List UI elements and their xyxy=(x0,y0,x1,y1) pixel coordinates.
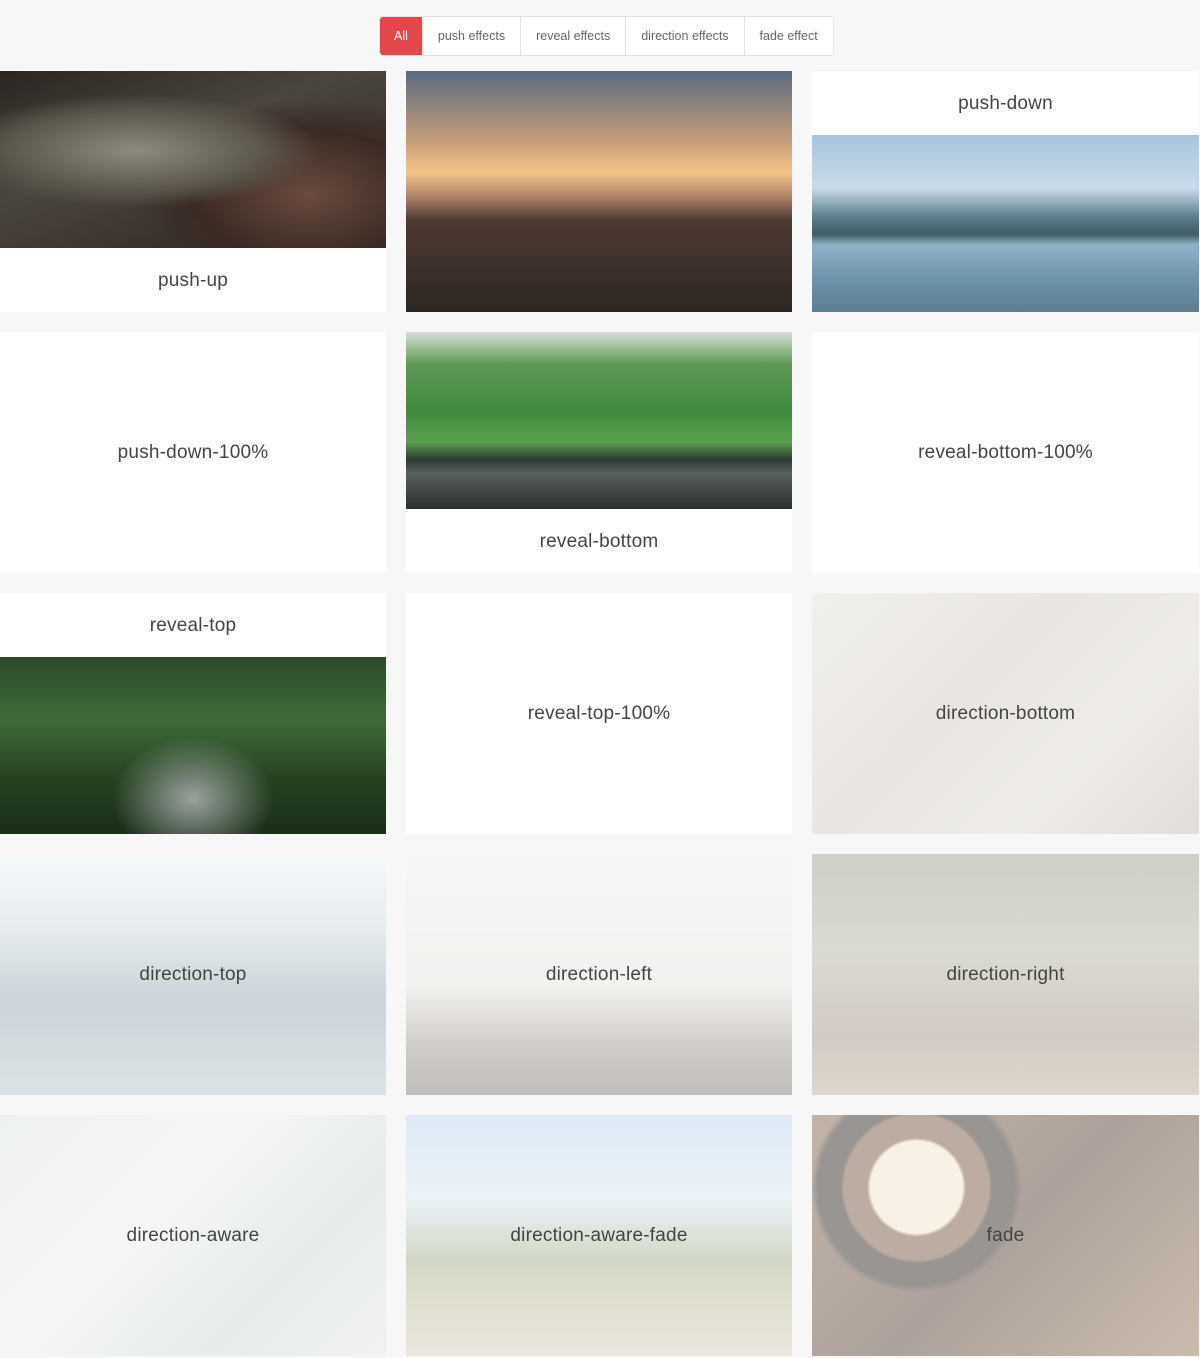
tile-direction-aware-fade[interactable]: direction-aware-fade xyxy=(406,1115,792,1356)
filter-reveal-effects-button[interactable]: reveal effects xyxy=(520,17,625,55)
tile-label: direction-aware-fade xyxy=(510,1224,688,1246)
tile-direction-top[interactable]: direction-top xyxy=(0,854,386,1095)
tile-image xyxy=(0,71,386,248)
tile-direction-left[interactable]: direction-left xyxy=(406,854,792,1095)
tile-reveal-bottom[interactable]: reveal-bottom xyxy=(406,332,792,573)
tile-direction-bottom[interactable]: direction-bottom xyxy=(812,593,1199,834)
tile-image xyxy=(406,71,792,312)
tile-label: push-down-100% xyxy=(117,441,269,463)
tile-label: reveal-bottom-100% xyxy=(918,441,1093,463)
filter-fade-effect-button[interactable]: fade effect xyxy=(743,17,833,55)
filter-all-button[interactable]: All xyxy=(380,17,422,55)
tile-image xyxy=(0,657,386,834)
tile-label: direction-right xyxy=(946,963,1065,985)
tile-push-down[interactable]: push-down xyxy=(812,71,1199,312)
effects-grid: push-up push-down push-down-100% reveal-… xyxy=(0,71,1199,1356)
tile-reveal-top-100[interactable]: reveal-top-100% xyxy=(406,593,792,834)
tile-reveal-bottom-100[interactable]: reveal-bottom-100% xyxy=(812,332,1199,573)
tile-direction-right[interactable]: direction-right xyxy=(812,854,1199,1095)
tile-image xyxy=(812,135,1199,312)
tile-label: reveal-top xyxy=(149,615,237,636)
tile-label: direction-top xyxy=(139,963,247,985)
tile-push-down-100[interactable]: push-down-100% xyxy=(0,332,386,573)
tile-label: reveal-bottom xyxy=(539,531,659,552)
tile-fade[interactable]: fade xyxy=(812,1115,1199,1356)
filter-push-effects-button[interactable]: push effects xyxy=(421,17,520,55)
tile-label: direction-aware xyxy=(126,1224,260,1246)
tile-city-image[interactable] xyxy=(406,71,792,312)
tile-label: reveal-top-100% xyxy=(527,702,671,724)
tile-image xyxy=(406,332,792,509)
filter-direction-effects-button[interactable]: direction effects xyxy=(625,17,743,55)
tile-push-up[interactable]: push-up xyxy=(0,71,386,312)
tile-label: push-up xyxy=(157,270,229,291)
tile-label: push-down xyxy=(958,93,1053,114)
tile-label: direction-bottom xyxy=(935,702,1076,724)
tile-reveal-top[interactable]: reveal-top xyxy=(0,593,386,834)
filter-bar: All push effects reveal effects directio… xyxy=(379,16,834,56)
tile-label: direction-left xyxy=(545,963,653,985)
tile-label: fade xyxy=(986,1224,1025,1246)
tile-direction-aware[interactable]: direction-aware xyxy=(0,1115,386,1356)
